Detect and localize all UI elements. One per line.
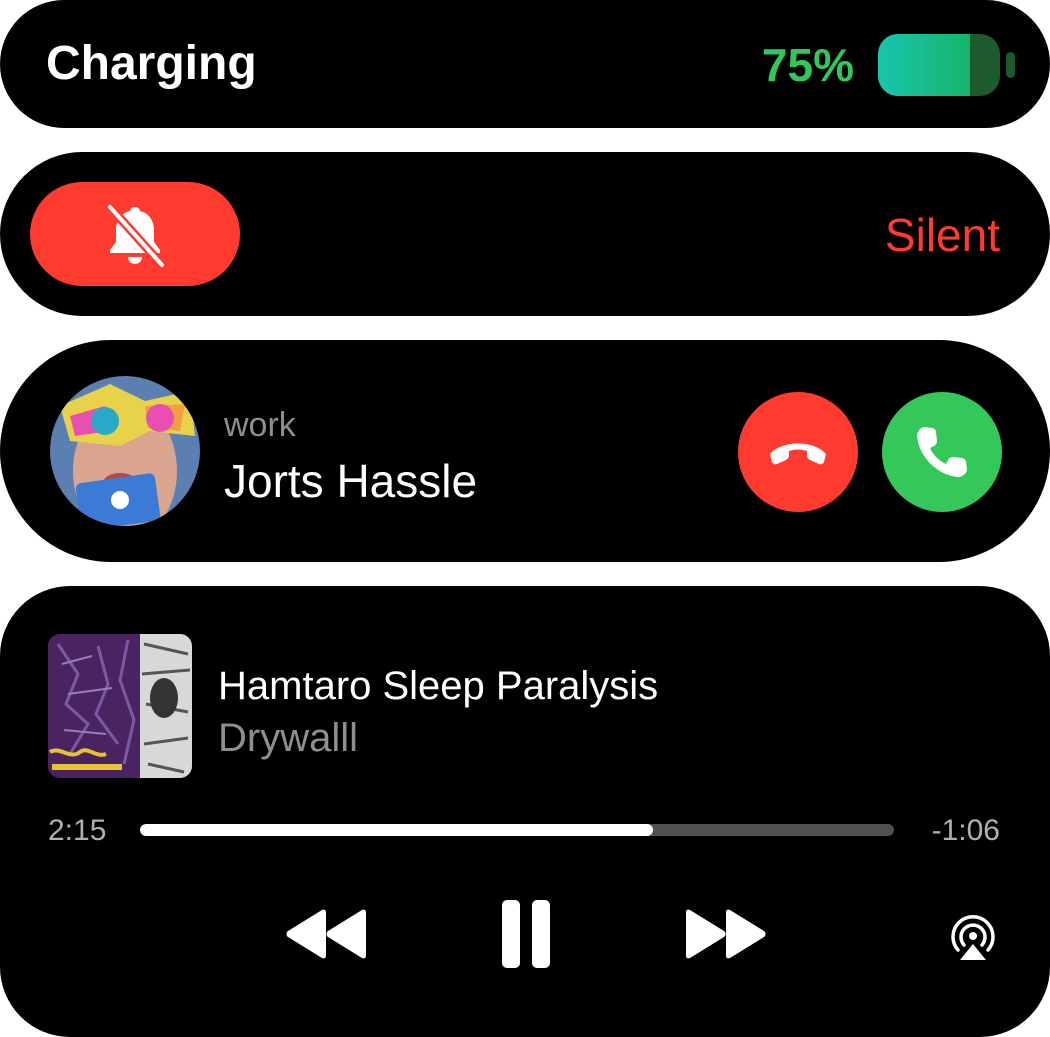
incoming-call-activity: work Jorts Hassle [0, 340, 1050, 562]
silent-toggle[interactable] [30, 182, 240, 286]
airplay-icon [951, 915, 995, 960]
playback-scrubber[interactable] [140, 824, 894, 836]
accept-call-button[interactable] [882, 392, 1002, 512]
silent-label: Silent [884, 209, 1000, 261]
rewind-icon [286, 909, 366, 959]
pause-icon [502, 900, 550, 968]
phone-icon [917, 427, 967, 477]
charging-activity: Charging 75% [0, 0, 1050, 128]
track-title: Hamtaro Sleep Paralysis [218, 664, 659, 708]
track-artist: Drywalll [218, 716, 358, 760]
bell-slash-icon [105, 202, 167, 269]
fast-forward-icon [686, 909, 766, 959]
caller-name: Jorts Hassle [224, 455, 478, 507]
battery-icon [878, 34, 1015, 96]
battery-level-fill [878, 34, 970, 96]
rewind-button[interactable] [282, 904, 372, 964]
pause-button[interactable] [494, 898, 558, 970]
decline-call-button[interactable] [738, 392, 858, 512]
caller-avatar [50, 376, 200, 526]
silent-mode-activity: Silent [0, 152, 1050, 316]
playback-progress-fill [140, 824, 653, 836]
remaining-time: -1:06 [931, 814, 1000, 847]
fast-forward-button[interactable] [680, 904, 770, 964]
now-playing-activity: Hamtaro Sleep Paralysis Drywalll 2:15 -1… [0, 586, 1050, 1037]
album-artwork [48, 634, 192, 778]
airplay-button[interactable] [946, 912, 1000, 962]
charging-label: Charging [46, 37, 257, 90]
battery-percent: 75% [761, 39, 854, 91]
phone-down-icon [770, 443, 826, 465]
battery-terminal [1006, 52, 1015, 78]
elapsed-time: 2:15 [48, 814, 107, 847]
call-subtitle: work [224, 406, 296, 444]
